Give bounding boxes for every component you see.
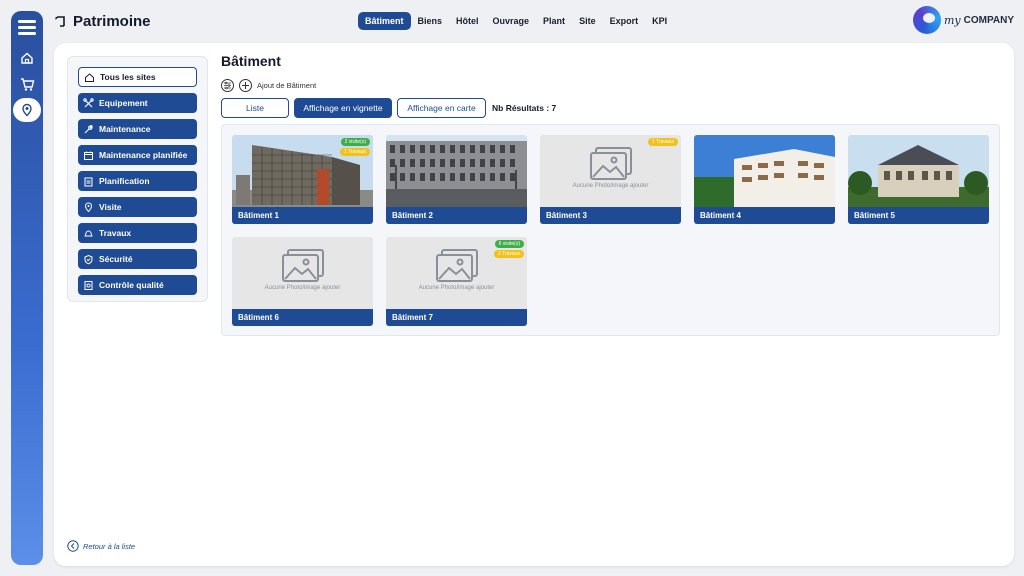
image-placeholder-icon: [590, 147, 632, 180]
works-badge: 1 Travaux: [648, 138, 678, 146]
left-rail: [11, 11, 43, 565]
arrow-left-circle-icon: [67, 540, 79, 552]
tab-batiment[interactable]: Bâtiment: [358, 12, 411, 30]
sidebar-item-controle-qualite[interactable]: Contrôle qualité: [78, 275, 197, 295]
view-map-button[interactable]: Affichage en carte: [397, 98, 486, 118]
view-list-button[interactable]: Liste: [221, 98, 289, 118]
sidebar-item-label: Maintenance planifiée: [99, 150, 188, 160]
sidebar-item-label: Contrôle qualité: [99, 280, 164, 290]
building-card[interactable]: Bâtiment 2: [386, 135, 527, 224]
no-photo-text: Aucune Photo/image ajouter: [264, 285, 341, 291]
card-label: Bâtiment 5: [848, 207, 989, 224]
sidebar-item-maintenance-planifiee[interactable]: Maintenance planifiée: [78, 145, 197, 165]
toolbar: Ajout de Bâtiment: [221, 79, 316, 92]
filter-icon[interactable]: [221, 79, 234, 92]
card-label: Bâtiment 1: [232, 207, 373, 224]
sidebar-item-label: Visite: [99, 202, 122, 212]
sidebar-item-label: Travaux: [99, 228, 132, 238]
card-label: Bâtiment 7: [386, 309, 527, 326]
building-card[interactable]: Aucune Photo/image ajouter 1 Travaux Bât…: [540, 135, 681, 224]
building-card[interactable]: 2 visite(s) 1 Travaux Bâtiment 1: [232, 135, 373, 224]
works-badge: 1 Travaux: [340, 148, 370, 156]
building-grid: 2 visite(s) 1 Travaux Bâtiment 1 Bâtimen…: [221, 124, 1000, 336]
shield-icon: [84, 254, 93, 264]
sidebar-item-visite[interactable]: Visite: [78, 197, 197, 217]
tab-export[interactable]: Export: [603, 12, 646, 30]
results-count: Nb Résultats : 7: [492, 103, 557, 113]
building-card[interactable]: Bâtiment 5: [848, 135, 989, 224]
image-placeholder-icon: [436, 249, 478, 282]
calendar-icon: [84, 151, 93, 160]
cart-icon[interactable]: [17, 74, 37, 94]
quality-icon: [84, 280, 93, 290]
logo-my: my: [944, 13, 961, 27]
card-badges: 2 visite(s) 1 Travaux: [340, 138, 370, 156]
sidebar-item-label: Sécurité: [99, 254, 133, 264]
building-photo: [694, 135, 835, 207]
company-logo: my COMPANY: [913, 6, 1014, 34]
tab-hotel[interactable]: Hôtel: [449, 12, 486, 30]
page-title: Bâtiment: [221, 53, 281, 69]
app-header: Patrimoine: [54, 11, 151, 31]
card-badges: 6 visite(s) 2 Travaux: [494, 240, 524, 258]
home-icon[interactable]: [17, 48, 37, 68]
no-photo-text: Aucune Photo/image ajouter: [418, 285, 495, 291]
tools-icon: [83, 97, 94, 107]
card-label: Bâtiment 4: [694, 207, 835, 224]
view-switcher: Liste Affichage en vignette Affichage en…: [221, 98, 556, 118]
card-badges: 1 Travaux: [648, 138, 678, 146]
building-photo: [848, 135, 989, 207]
tab-plant[interactable]: Plant: [536, 12, 572, 30]
image-placeholder-icon: [282, 249, 324, 282]
home-icon: [85, 72, 94, 82]
sidebar-item-travaux[interactable]: Travaux: [78, 223, 197, 243]
add-icon[interactable]: [239, 79, 252, 92]
view-thumbnail-button[interactable]: Affichage en vignette: [294, 98, 392, 118]
back-link-label: Retour à la liste: [83, 541, 136, 551]
sidebar-item-label: Maintenance: [99, 124, 151, 134]
tab-site[interactable]: Site: [572, 12, 603, 30]
sidebar-item-label: Equipement: [99, 98, 148, 108]
helmet-icon: [84, 229, 93, 236]
sidebar-item-planification[interactable]: Planification: [78, 171, 197, 191]
sidebar-item-securite[interactable]: Sécurité: [78, 249, 197, 269]
sidebar-item-maintenance[interactable]: Maintenance: [78, 119, 197, 139]
tab-biens[interactable]: Biens: [411, 12, 450, 30]
wrench-icon: [84, 124, 93, 133]
works-badge: 2 Travaux: [494, 250, 524, 258]
sidebar-item-label: Planification: [99, 176, 150, 186]
location-pin-icon[interactable]: [13, 98, 41, 122]
sidebar-item-label: Tous les sites: [100, 72, 156, 82]
app-title: Patrimoine: [73, 12, 151, 30]
logo-company: COMPANY: [963, 14, 1015, 26]
building-card[interactable]: Aucune Photo/image ajouter 6 visite(s) 2…: [386, 237, 527, 326]
building-card[interactable]: Aucune Photo/image ajouter Bâtiment 6: [232, 237, 373, 326]
tab-ouvrage[interactable]: Ouvrage: [486, 12, 537, 30]
location-icon: [84, 201, 93, 212]
tab-kpi[interactable]: KPI: [645, 12, 674, 30]
back-arrow-icon[interactable]: [54, 15, 67, 28]
building-photo: [386, 135, 527, 207]
visits-badge: 2 visite(s): [340, 138, 370, 146]
building-card[interactable]: Bâtiment 4: [694, 135, 835, 224]
logo-mark: [913, 6, 941, 34]
sidebar-item-equipement[interactable]: Equipement: [78, 93, 197, 113]
no-photo-text: Aucune Photo/image ajouter: [572, 183, 649, 189]
card-label: Bâtiment 3: [540, 207, 681, 224]
back-to-list-link[interactable]: Retour à la liste: [67, 540, 135, 552]
main-panel: Tous les sites Equipement Maintenance Ma…: [54, 43, 1014, 566]
card-label: Bâtiment 6: [232, 309, 373, 326]
add-building-label[interactable]: Ajout de Bâtiment: [257, 81, 316, 90]
top-navigation: Bâtiment Biens Hôtel Ouvrage Plant Site …: [358, 12, 674, 30]
sidebar: Tous les sites Equipement Maintenance Ma…: [67, 56, 208, 302]
sidebar-item-tous-les-sites[interactable]: Tous les sites: [78, 67, 197, 87]
clipboard-icon: [84, 177, 93, 186]
visits-badge: 6 visite(s): [494, 240, 524, 248]
menu-icon[interactable]: [18, 17, 36, 38]
card-label: Bâtiment 2: [386, 207, 527, 224]
